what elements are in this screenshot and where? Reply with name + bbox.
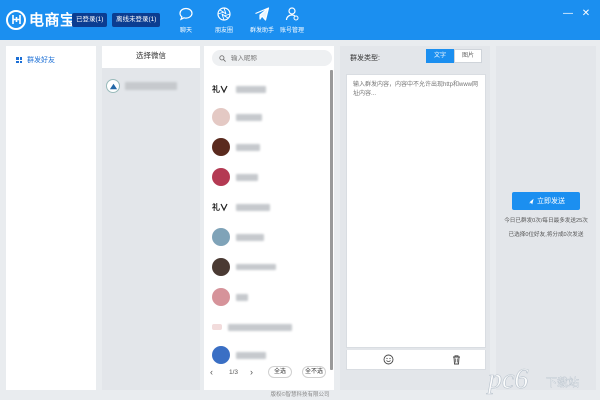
friend-item[interactable]	[212, 224, 324, 250]
compose-toolbar	[346, 350, 486, 370]
next-page-button[interactable]: ›	[250, 367, 253, 377]
friend-avatar	[212, 228, 230, 246]
friend-avatar	[212, 324, 222, 330]
friend-name-redacted	[236, 351, 266, 359]
account-panel: 选择微信	[102, 46, 200, 390]
trash-icon[interactable]	[451, 354, 462, 365]
pc6-watermark-logo: pc6 下载站	[486, 364, 579, 396]
friend-name-redacted	[228, 323, 292, 331]
close-button[interactable]: ✕	[580, 8, 592, 20]
sidebar-item-broadcast-friends[interactable]: 群发好友	[16, 55, 55, 65]
offline-badge[interactable]: 离线未登录(1)	[112, 13, 161, 27]
friend-avatar: 礼	[212, 198, 230, 216]
compose-panel: 群发类型: 文字 图片	[340, 46, 490, 390]
friend-name-redacted	[236, 233, 264, 241]
user-manage-icon	[285, 7, 299, 21]
send-now-button[interactable]: 立即发送	[512, 192, 580, 210]
scrollbar-thumb[interactable]	[330, 70, 333, 370]
friend-scrollbar[interactable]	[330, 70, 333, 370]
friend-avatar: 礼	[212, 80, 230, 98]
nav-broadcast-label: 群发助手	[249, 28, 274, 34]
paper-plane-icon	[255, 7, 270, 21]
selected-friends-stat: 已选择0位好友,将分成0次发送	[508, 232, 584, 238]
send-panel: 立即发送 今日已群发0次/每日最多发送25次 已选择0位好友,将分成0次发送	[496, 46, 596, 390]
page-indicator: 1/3	[229, 369, 239, 376]
nav-chat-label: 聊天	[179, 28, 192, 34]
friend-item[interactable]	[212, 164, 324, 190]
friend-item[interactable]	[212, 314, 324, 340]
watermark-subtext: 下载站	[546, 375, 579, 389]
app-name: 电商宝	[29, 12, 76, 29]
friend-name-redacted	[236, 143, 260, 151]
account-list	[102, 68, 200, 390]
nav-accounts-button[interactable]: 账号管理	[272, 6, 312, 36]
friend-name-redacted	[236, 85, 266, 93]
send-now-label: 立即发送	[537, 198, 565, 205]
chat-icon	[179, 7, 193, 21]
friend-item[interactable]	[212, 134, 324, 160]
title-bar: 电商宝 已登录(1) 离线未登录(1) 聊天 朋友圈 群发助手 账号管理 — ✕	[0, 0, 600, 40]
svg-text:礼: 礼	[212, 84, 220, 94]
friend-name-redacted	[236, 113, 262, 121]
paper-plane-icon	[527, 198, 534, 204]
friend-avatar	[212, 288, 230, 306]
account-item[interactable]	[106, 74, 196, 98]
app-logo: 电商宝	[6, 9, 76, 30]
minimize-button[interactable]: —	[562, 8, 574, 20]
message-textarea[interactable]	[347, 75, 485, 347]
aperture-icon	[217, 7, 231, 21]
friend-name-redacted	[236, 173, 258, 181]
friend-avatar	[212, 168, 230, 186]
grid-icon	[16, 57, 22, 63]
friend-name-redacted	[236, 203, 270, 211]
logged-in-badge[interactable]: 已登录(1)	[72, 13, 108, 27]
friend-item[interactable]: 礼	[212, 194, 324, 220]
logo-mark-icon	[6, 9, 26, 30]
friend-panel: 礼 礼 ‹ 1/3 ›	[204, 46, 334, 390]
daily-send-stat: 今日已群发0次/每日最多发送25次	[504, 218, 588, 224]
nav-chat-button[interactable]: 聊天	[166, 6, 206, 36]
watermark-text: pc6	[486, 364, 528, 395]
nav-moments-label: 朋友圈	[214, 28, 233, 34]
nav-accounts-label: 账号管理	[279, 28, 304, 34]
prev-page-button[interactable]: ‹	[210, 367, 213, 377]
friend-name-redacted	[236, 264, 276, 270]
nav-moments-button[interactable]: 朋友圈	[204, 6, 244, 36]
friend-avatar	[212, 346, 230, 364]
svg-text:礼: 礼	[212, 202, 220, 212]
friend-avatar	[212, 108, 230, 126]
account-name-redacted	[125, 82, 177, 90]
sidebar-item-label: 群发好友	[27, 57, 55, 64]
search-icon	[219, 54, 226, 62]
friend-avatar	[212, 258, 230, 276]
friend-avatar	[212, 138, 230, 156]
friend-item[interactable]	[212, 284, 324, 310]
message-box	[346, 74, 486, 348]
account-panel-title: 选择微信	[136, 51, 166, 60]
friend-item[interactable]	[212, 104, 324, 130]
pagination: ‹ 1/3 › 全选 全不选	[204, 364, 334, 384]
friend-item[interactable]	[212, 254, 324, 280]
type-image-button[interactable]: 图片	[454, 49, 482, 63]
friend-item[interactable]: 礼	[212, 76, 324, 102]
friend-name-redacted	[236, 293, 248, 301]
type-text-button[interactable]: 文字	[426, 49, 454, 63]
emoji-icon[interactable]	[383, 354, 394, 365]
search-input[interactable]	[231, 54, 321, 62]
search-box	[212, 50, 332, 66]
account-avatar	[106, 79, 120, 93]
select-none-button[interactable]: 全不选	[302, 366, 326, 378]
select-all-button[interactable]: 全选	[268, 366, 292, 378]
sidebar: 群发好友	[6, 46, 96, 390]
broadcast-type-label: 群发类型:	[350, 55, 380, 62]
